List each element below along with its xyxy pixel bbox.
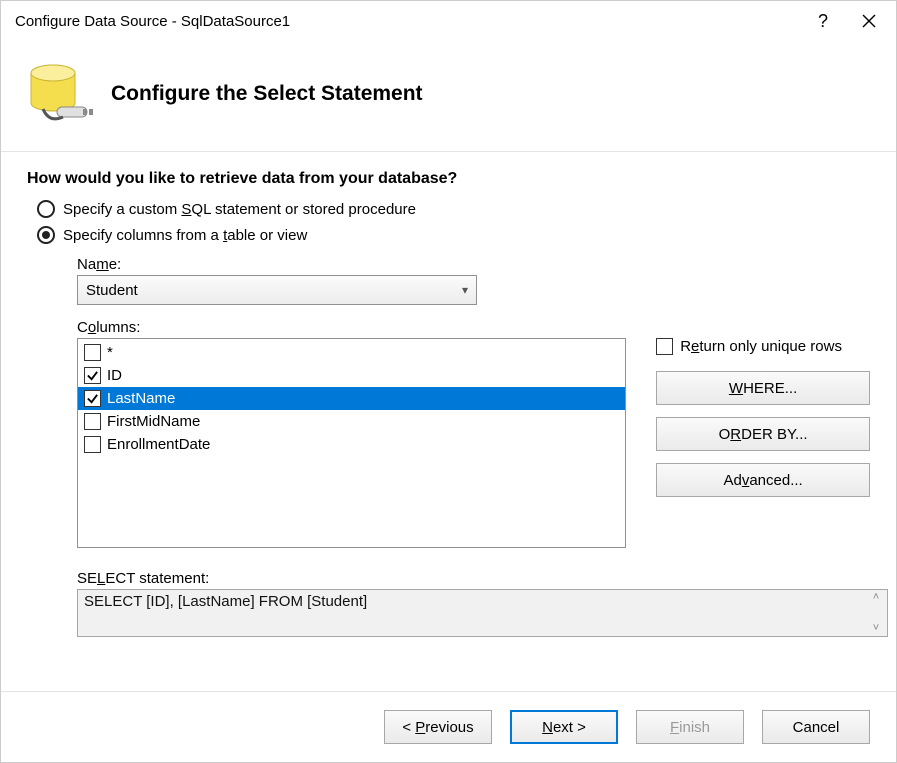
radio-columns-label: Specify columns from a table or view: [63, 227, 307, 244]
window-title: Configure Data Source - SqlDataSource1: [15, 13, 800, 30]
column-label: *: [107, 344, 113, 361]
checkbox[interactable]: [84, 344, 101, 361]
next-button[interactable]: Next >: [510, 710, 618, 744]
column-item-enrollmentdate[interactable]: EnrollmentDate: [78, 433, 625, 456]
unique-rows-label: Return only unique rows: [680, 338, 842, 355]
table-name-combo[interactable]: Student ▾: [77, 275, 477, 305]
dialog-window: Configure Data Source - SqlDataSource1 ?…: [0, 0, 897, 763]
wizard-header: Configure the Select Statement: [1, 41, 896, 151]
finish-button: Finish: [636, 710, 744, 744]
column-item-id[interactable]: ID: [78, 364, 625, 387]
select-statement-label: SELECT statement:: [77, 570, 870, 587]
checkbox[interactable]: [84, 436, 101, 453]
unique-rows-checkbox[interactable]: Return only unique rows: [656, 338, 870, 355]
advanced-button[interactable]: Advanced...: [656, 463, 870, 497]
column-item-lastname[interactable]: LastName: [78, 387, 625, 410]
checkbox[interactable]: [84, 390, 101, 407]
column-item-star[interactable]: *: [78, 341, 625, 364]
name-label: Name:: [77, 256, 870, 273]
cancel-button[interactable]: Cancel: [762, 710, 870, 744]
wizard-heading: Configure the Select Statement: [111, 82, 423, 106]
previous-button[interactable]: < Previous: [384, 710, 492, 744]
table-name-value: Student: [86, 282, 138, 299]
scroll-spinner[interactable]: ˄˅: [867, 592, 885, 634]
radio-icon: [37, 226, 55, 244]
radio-icon: [37, 200, 55, 218]
radio-specify-columns[interactable]: Specify columns from a table or view: [37, 226, 870, 244]
radio-custom-sql[interactable]: Specify a custom SQL statement or stored…: [37, 200, 870, 218]
chevron-up-icon: ˄: [867, 592, 885, 603]
wizard-footer: < Previous Next > Finish Cancel: [1, 691, 896, 762]
titlebar: Configure Data Source - SqlDataSource1 ?: [1, 1, 896, 41]
columns-listbox[interactable]: * ID LastName FirstMidName: [77, 338, 626, 548]
checkbox[interactable]: [84, 367, 101, 384]
radio-custom-label: Specify a custom SQL statement or stored…: [63, 201, 416, 218]
wizard-body: How would you like to retrieve data from…: [1, 152, 896, 691]
column-label: LastName: [107, 390, 235, 407]
retrieve-question: How would you like to retrieve data from…: [27, 170, 870, 188]
datasource-icon: [23, 59, 101, 129]
where-button[interactable]: WHERE...: [656, 371, 870, 405]
columns-label: Columns:: [77, 319, 870, 336]
column-item-firstmidname[interactable]: FirstMidName: [78, 410, 625, 433]
column-label: ID: [107, 367, 122, 384]
chevron-down-icon: ▾: [462, 283, 468, 297]
select-statement-box: SELECT [ID], [LastName] FROM [Student] ˄…: [77, 589, 888, 637]
column-label: EnrollmentDate: [107, 436, 210, 453]
orderby-button[interactable]: ORDER BY...: [656, 417, 870, 451]
help-button[interactable]: ?: [800, 2, 846, 40]
select-statement-text: SELECT [ID], [LastName] FROM [Student]: [84, 593, 367, 610]
columns-config: Name: Student ▾ Columns: * ID: [77, 256, 870, 637]
columns-area: * ID LastName FirstMidName: [77, 338, 870, 548]
checkbox[interactable]: [84, 413, 101, 430]
options-column: Return only unique rows WHERE... ORDER B…: [656, 338, 870, 497]
close-icon: [862, 14, 876, 28]
close-button[interactable]: [846, 2, 892, 40]
checkbox[interactable]: [656, 338, 673, 355]
chevron-down-icon: ˅: [867, 623, 885, 634]
column-label: FirstMidName: [107, 413, 200, 430]
